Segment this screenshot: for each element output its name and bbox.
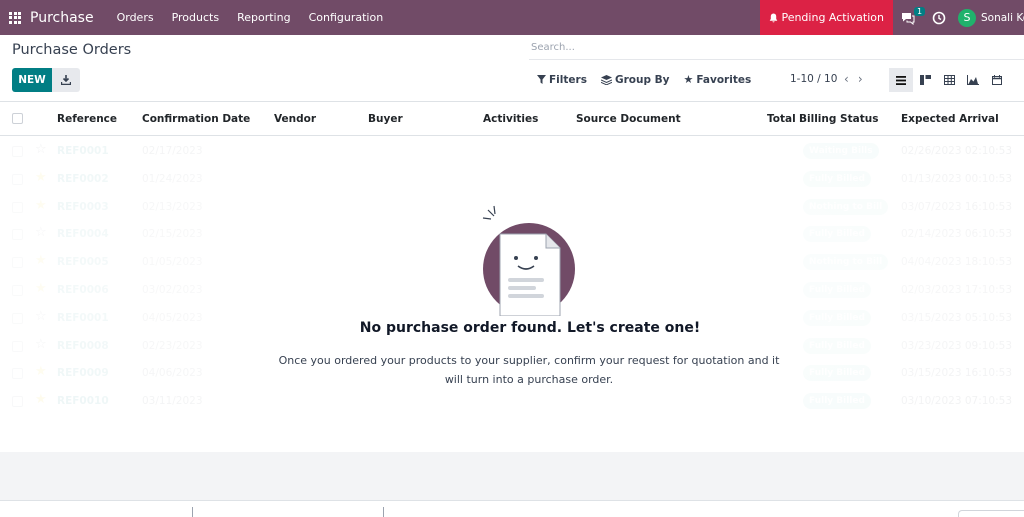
list-view-button[interactable] — [889, 68, 913, 92]
empty-state-description: Once you ordered your products to your s… — [278, 354, 780, 386]
list-icon — [896, 75, 906, 85]
kanban-icon — [919, 75, 931, 85]
graph-view-button[interactable] — [961, 68, 985, 92]
bell-icon — [770, 13, 778, 22]
calendar-view-button[interactable] — [985, 68, 1009, 92]
table-header: Reference Confirmation Date Vendor Buyer… — [0, 101, 1024, 136]
footer-band — [0, 452, 1024, 500]
col-confirmation-date[interactable]: Confirmation Date — [142, 113, 250, 125]
filters-label: Filters — [549, 73, 587, 86]
favorites-button[interactable]: ★ Favorites — [683, 73, 751, 86]
user-name[interactable]: Sonali Ko — [981, 12, 1024, 24]
search-input[interactable]: Search... — [529, 40, 1024, 60]
page-title[interactable]: Purchase Orders — [12, 42, 131, 58]
empty-document-illustration — [482, 205, 575, 316]
menu-reporting[interactable]: Reporting — [237, 11, 290, 24]
view-switcher — [889, 68, 1009, 92]
chat-count-badge: 1 — [914, 6, 926, 16]
corner-widget[interactable] — [958, 510, 1024, 517]
menu-products[interactable]: Products — [172, 11, 220, 24]
chevron-right-icon[interactable]: › — [858, 72, 872, 86]
col-buyer[interactable]: Buyer — [368, 113, 403, 125]
divider — [192, 507, 193, 517]
filters-button[interactable]: Filters — [537, 74, 587, 86]
col-billing-status[interactable]: Billing Status — [799, 113, 878, 125]
pager-value[interactable]: 1-10 / 10 — [790, 73, 837, 85]
col-expected-arrival[interactable]: Expected Arrival — [901, 113, 999, 125]
col-reference[interactable]: Reference — [57, 113, 117, 125]
pending-activation-label: Pending Activation — [781, 11, 884, 24]
star-icon: ★ — [683, 73, 694, 86]
app-menu-icon[interactable] — [9, 11, 21, 24]
col-total[interactable]: Total — [767, 113, 796, 125]
app-name[interactable]: Purchase — [30, 10, 94, 26]
top-navbar: Purchase Orders Products Reporting Confi… — [0, 0, 1024, 35]
layers-icon — [600, 74, 612, 85]
pending-activation-button[interactable]: Pending Activation — [760, 0, 893, 35]
col-activities[interactable]: Activities — [483, 113, 538, 125]
download-button[interactable] — [52, 68, 80, 92]
select-all-checkbox[interactable] — [12, 113, 23, 124]
new-button[interactable]: NEW — [12, 68, 52, 92]
group-by-button[interactable]: Group By — [600, 73, 670, 86]
search-tools: Filters Group By ★ Favorites — [537, 73, 765, 86]
menu-configuration[interactable]: Configuration — [309, 11, 384, 24]
col-source-document[interactable]: Source Document — [576, 113, 681, 125]
menu-orders[interactable]: Orders — [117, 11, 154, 24]
chat-icon — [902, 12, 915, 25]
activity-clock-icon[interactable] — [932, 11, 946, 25]
kanban-view-button[interactable] — [913, 68, 937, 92]
pivot-view-button[interactable] — [937, 68, 961, 92]
download-icon — [61, 75, 71, 85]
table-grid-icon — [943, 75, 955, 85]
empty-state-title: No purchase order found. Let's create on… — [359, 320, 701, 336]
group-by-label: Group By — [614, 73, 670, 86]
calendar-icon — [992, 75, 1002, 85]
area-chart-icon — [967, 75, 979, 85]
pager-arrows: ‹› — [844, 72, 872, 86]
filter-icon — [537, 75, 546, 84]
favorites-label: Favorites — [696, 73, 752, 86]
col-vendor[interactable]: Vendor — [274, 113, 316, 125]
messaging-button[interactable]: 1 — [901, 6, 926, 26]
user-avatar[interactable]: S — [958, 8, 976, 27]
divider — [383, 507, 384, 517]
bottom-bar — [0, 500, 1024, 517]
chevron-left-icon[interactable]: ‹ — [844, 72, 858, 86]
